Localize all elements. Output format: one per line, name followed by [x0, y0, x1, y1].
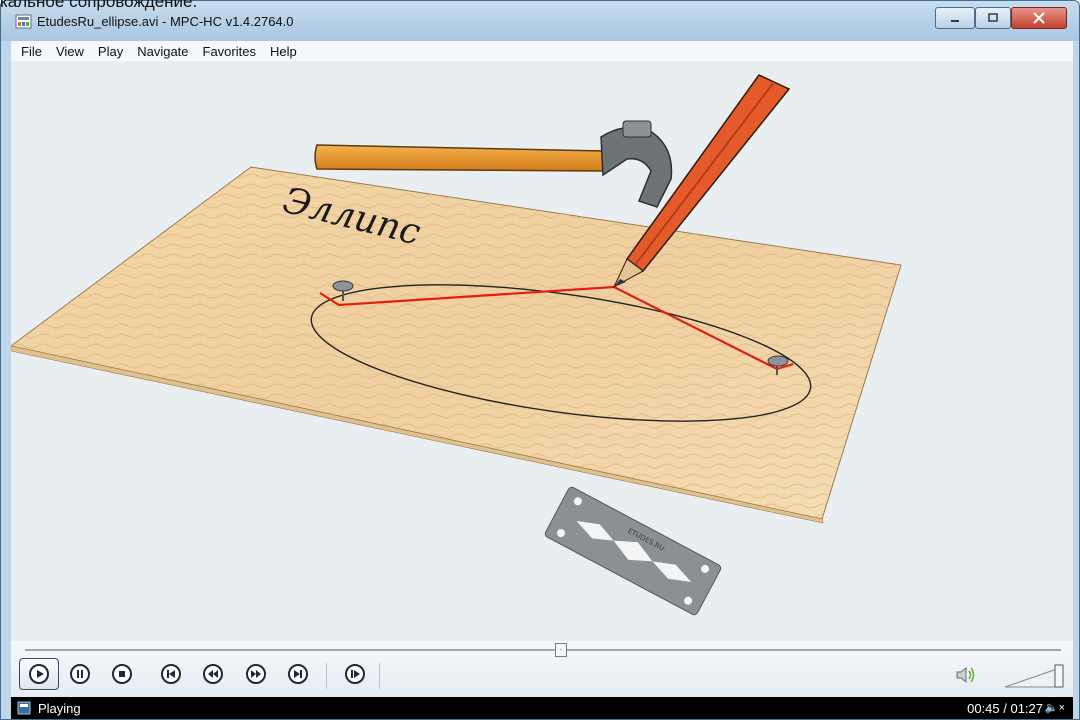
separator — [379, 663, 380, 689]
mute-indicator[interactable]: 🔈× — [1045, 701, 1065, 714]
frame-step-button[interactable] — [342, 661, 368, 687]
menu-favorites[interactable]: Favorites — [203, 44, 256, 59]
app-icon — [15, 14, 32, 29]
time-display: 00:45 / 01:27 — [967, 701, 1043, 716]
skip-back-icon — [161, 664, 181, 684]
seek-bar[interactable] — [25, 649, 1061, 651]
video-area[interactable]: Эллипс ETUDES.RU — [11, 61, 1073, 641]
playback-controls: · — [11, 641, 1073, 697]
maximize-icon — [988, 13, 998, 22]
status-bar: Playing 00:45 / 01:27 🔈× — [11, 697, 1073, 719]
fast-forward-icon — [246, 664, 266, 684]
stop-button[interactable] — [109, 661, 135, 687]
status-text: Playing — [38, 701, 81, 716]
stop-icon — [112, 664, 132, 684]
pause-button[interactable] — [67, 661, 93, 687]
status-app-icon — [17, 701, 31, 715]
close-button[interactable] — [1011, 7, 1067, 29]
separator — [326, 663, 327, 689]
close-icon — [1033, 12, 1045, 24]
menu-help[interactable]: Help — [270, 44, 297, 59]
menu-navigate[interactable]: Navigate — [137, 44, 188, 59]
speaker-icon[interactable] — [955, 665, 977, 685]
frame-step-icon — [345, 664, 365, 684]
skip-back-button[interactable] — [158, 661, 184, 687]
media-player-window: EtudesRu_ellipse.avi - MPC-HC v1.4.2764.… — [0, 0, 1080, 720]
rewind-icon — [203, 664, 223, 684]
fast-forward-button[interactable] — [243, 661, 269, 687]
window-title: EtudesRu_ellipse.avi - MPC-HC v1.4.2764.… — [37, 14, 294, 29]
cutoff-text: кальное сопровождение. — [0, 0, 198, 11]
menu-file[interactable]: File — [21, 44, 42, 59]
skip-forward-button[interactable] — [285, 661, 311, 687]
minimize-icon — [951, 20, 959, 22]
menu-play[interactable]: Play — [98, 44, 123, 59]
seek-thumb[interactable]: · — [555, 643, 567, 657]
rewind-button[interactable] — [200, 661, 226, 687]
menu-view[interactable]: View — [56, 44, 84, 59]
pause-icon — [70, 664, 90, 684]
play-button[interactable] — [19, 658, 59, 690]
skip-forward-icon — [288, 664, 308, 684]
play-icon — [29, 664, 49, 684]
volume-slider[interactable] — [1003, 663, 1065, 689]
minimize-button[interactable] — [935, 7, 975, 29]
maximize-button[interactable] — [975, 7, 1011, 29]
video-frame: Эллипс ETUDES.RU — [11, 61, 1073, 641]
menu-bar: File View Play Navigate Favorites Help — [11, 41, 1073, 61]
